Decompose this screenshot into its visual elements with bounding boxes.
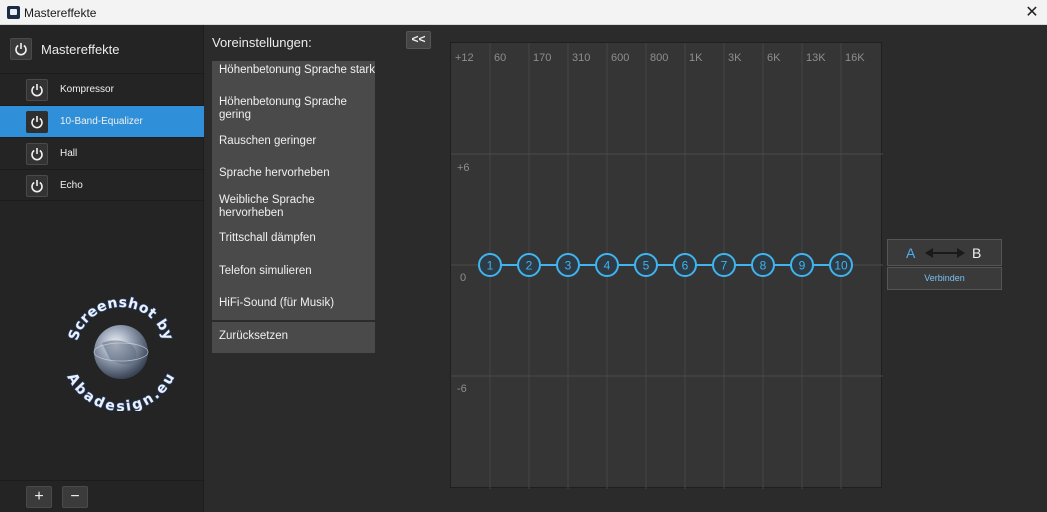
eq-band-label: 10 (834, 259, 848, 273)
eq-band-label: 4 (604, 259, 611, 273)
master-effects-label: Mastereffekte (41, 42, 120, 57)
close-button[interactable]: ✕ (1017, 0, 1047, 25)
master-effects-header: Mastereffekte (0, 25, 204, 72)
effect-item-echo[interactable]: Echo (0, 169, 204, 201)
app-icon (7, 6, 20, 19)
effect-label: Kompressor (60, 84, 114, 95)
frequency-label: 16K (845, 52, 865, 64)
window-titlebar: Mastereffekte ✕ (0, 0, 1047, 25)
gain-label: 0 (460, 272, 466, 284)
frequency-label: 800 (650, 52, 668, 64)
remove-effect-button[interactable]: − (62, 486, 88, 508)
connect-button[interactable]: Verbinden (887, 267, 1002, 290)
gain-label: -6 (457, 383, 467, 395)
frequency-label: 1K (689, 52, 703, 64)
equalizer-graph[interactable]: +12 60 170 310 600 800 1K 3K 6K 13K 16K +6 0 -6 1 2 3 4 5 6… (450, 42, 883, 489)
frequency-label: 60 (494, 52, 506, 64)
eq-band-label: 6 (682, 259, 689, 273)
effect-label: 10-Band-Equalizer (60, 116, 143, 127)
frequency-label: +12 (455, 52, 474, 64)
frequency-label: 3K (728, 52, 742, 64)
frequency-label: 310 (572, 52, 590, 64)
frequency-label: 170 (533, 52, 551, 64)
eq-band-label: 2 (526, 259, 533, 273)
presets-heading: Voreinstellungen: (212, 35, 312, 50)
frequency-label: 600 (611, 52, 629, 64)
power-icon[interactable] (26, 175, 48, 197)
eq-band-label: 1 (487, 259, 494, 273)
frequency-label: 13K (806, 52, 826, 64)
preset-item[interactable]: Telefon simulieren (212, 265, 375, 278)
eq-band-label: 8 (760, 259, 767, 273)
eq-band-label: 5 (643, 259, 650, 273)
ab-a-label[interactable]: A (906, 245, 915, 261)
reset-presets-button[interactable]: Zurücksetzen (212, 330, 375, 343)
watermark-seal: Screenshot by Abadesign.eu (63, 294, 178, 411)
effect-item-reverb[interactable]: Hall (0, 137, 204, 169)
power-icon[interactable] (26, 79, 48, 101)
swap-arrows-icon (925, 248, 965, 258)
ab-b-label[interactable]: B (972, 245, 981, 261)
effect-item-equalizer[interactable]: 10-Band-Equalizer (0, 105, 204, 137)
preset-item[interactable]: Weibliche Sprache hervorheben (212, 194, 375, 220)
eq-band-label: 7 (721, 259, 728, 273)
effect-label: Echo (60, 180, 83, 191)
preset-item[interactable]: Rauschen geringer (212, 135, 375, 148)
effects-sidebar: Mastereffekte Kompressor 10-Band-Equaliz… (0, 25, 204, 512)
power-icon[interactable] (26, 143, 48, 165)
add-effect-button[interactable]: + (26, 486, 52, 508)
window-title: Mastereffekte (24, 6, 97, 20)
preset-item[interactable]: Höhenbetonung Sprache gering (212, 96, 375, 122)
ab-compare-toggle[interactable]: A B (887, 239, 1002, 266)
collapse-presets-button[interactable]: << (406, 31, 431, 49)
effect-item-compressor[interactable]: Kompressor (0, 73, 204, 105)
master-power-icon[interactable] (10, 38, 32, 60)
preset-item[interactable]: Trittschall dämpfen (212, 232, 375, 245)
preset-item[interactable]: Sprache hervorheben (212, 167, 375, 180)
gain-label: +6 (457, 162, 470, 174)
preset-item[interactable]: Höhenbetonung Sprache stark (212, 64, 375, 77)
effects-footer: + − (0, 480, 204, 512)
preset-divider (212, 320, 375, 322)
eq-band-label: 9 (799, 259, 806, 273)
preset-list: Höhenbetonung Sprache stark Höhenbetonun… (212, 61, 375, 353)
eq-band-label: 3 (565, 259, 572, 273)
preset-item[interactable]: HiFi-Sound (für Musik) (212, 297, 375, 310)
effect-label: Hall (60, 148, 78, 159)
frequency-label: 6K (767, 52, 781, 64)
equalizer-canvas[interactable]: +12 60 170 310 600 800 1K 3K 6K 13K 16K +6 0 -6 1 2 3 4 5 6… (451, 43, 883, 489)
power-icon[interactable] (26, 111, 48, 133)
